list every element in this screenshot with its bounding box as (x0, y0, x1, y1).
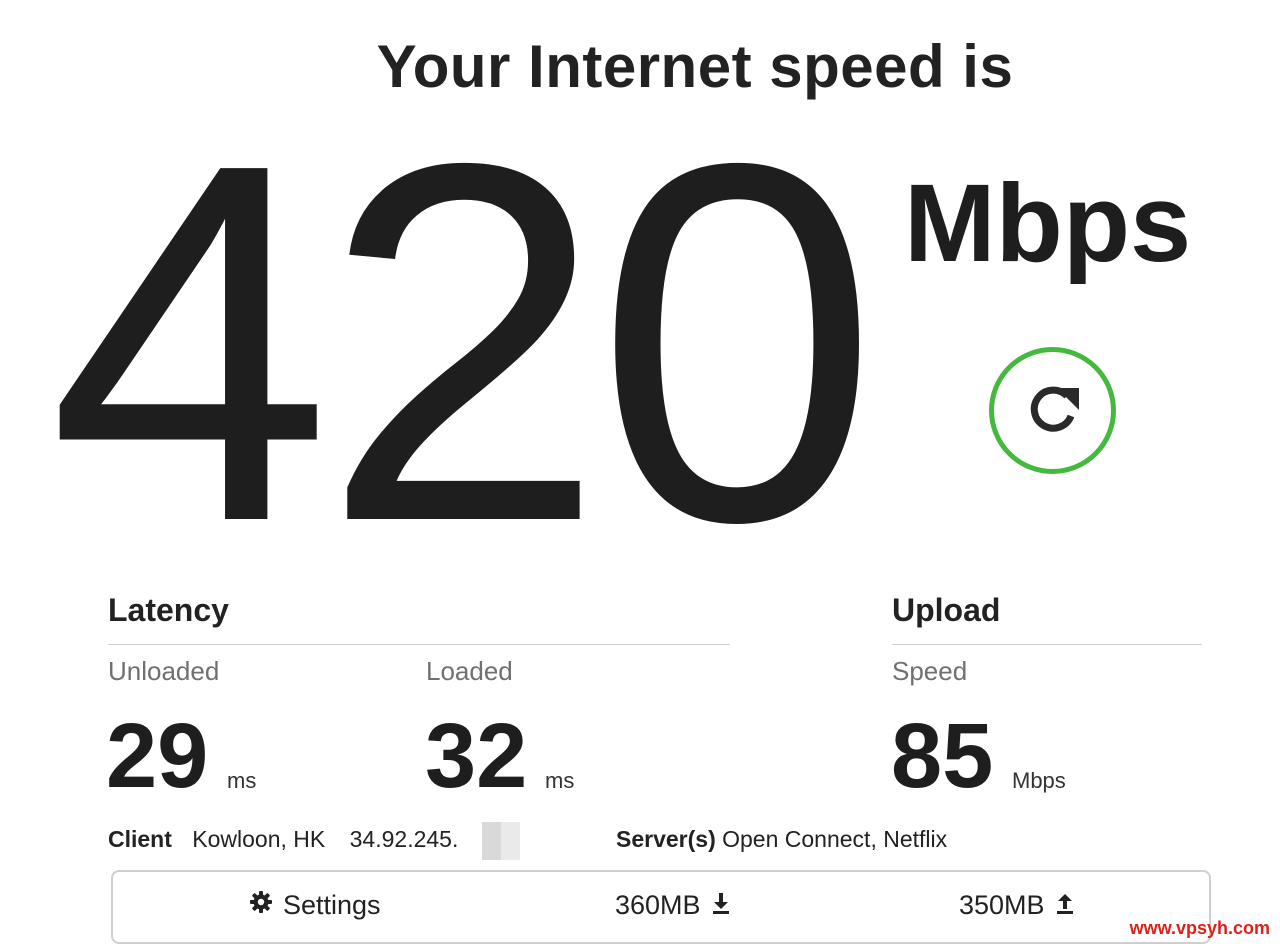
loaded-latency-value: 32 (425, 705, 528, 807)
ip-redaction (482, 822, 520, 860)
client-location: Kowloon, HK (192, 826, 326, 852)
unloaded-latency-unit: ms (227, 768, 257, 793)
settings-bar: Settings 360MB 350MB (111, 870, 1211, 944)
unloaded-latency-value: 29 (106, 705, 209, 807)
upload-speed-unit: Mbps (1012, 768, 1066, 793)
settings-label: Settings (283, 890, 381, 920)
upload-divider (892, 644, 1202, 645)
settings-button[interactable]: Settings (249, 890, 381, 921)
upload-size: 350MB (959, 890, 1075, 921)
client-info: Client Kowloon, HK 34.92.245. (108, 826, 458, 853)
latency-title: Latency (108, 592, 229, 628)
server-value: Open Connect, Netflix (722, 826, 948, 852)
speed-test-page: Your Internet speed is 420 Mbps Latency … (0, 0, 1280, 952)
server-label: Server(s) (616, 826, 716, 852)
upload-size-value: 350MB (959, 890, 1045, 920)
download-speed-value: 420 (48, 58, 879, 628)
upload-title: Upload (892, 592, 1001, 628)
loaded-latency-unit: ms (545, 768, 575, 793)
download-speed-units: Mbps (904, 162, 1192, 285)
upload-arrow-icon (1055, 890, 1075, 921)
gear-icon (249, 890, 273, 921)
upload-speed-value: 85 (891, 705, 994, 807)
server-info: Server(s) Open Connect, Netflix (616, 826, 947, 853)
watermark: www.vpsyh.com (1129, 918, 1270, 938)
loaded-latency-label: Loaded (426, 656, 513, 686)
download-arrow-icon (711, 890, 731, 921)
refresh-button[interactable] (989, 347, 1116, 474)
client-ip: 34.92.245. (349, 826, 459, 852)
client-label: Client (108, 826, 172, 852)
download-size-value: 360MB (615, 890, 701, 920)
download-size: 360MB (615, 890, 731, 921)
latency-divider (108, 644, 730, 645)
upload-speed-label: Speed (892, 656, 968, 686)
refresh-icon (1021, 376, 1085, 445)
unloaded-latency-label: Unloaded (108, 656, 220, 686)
